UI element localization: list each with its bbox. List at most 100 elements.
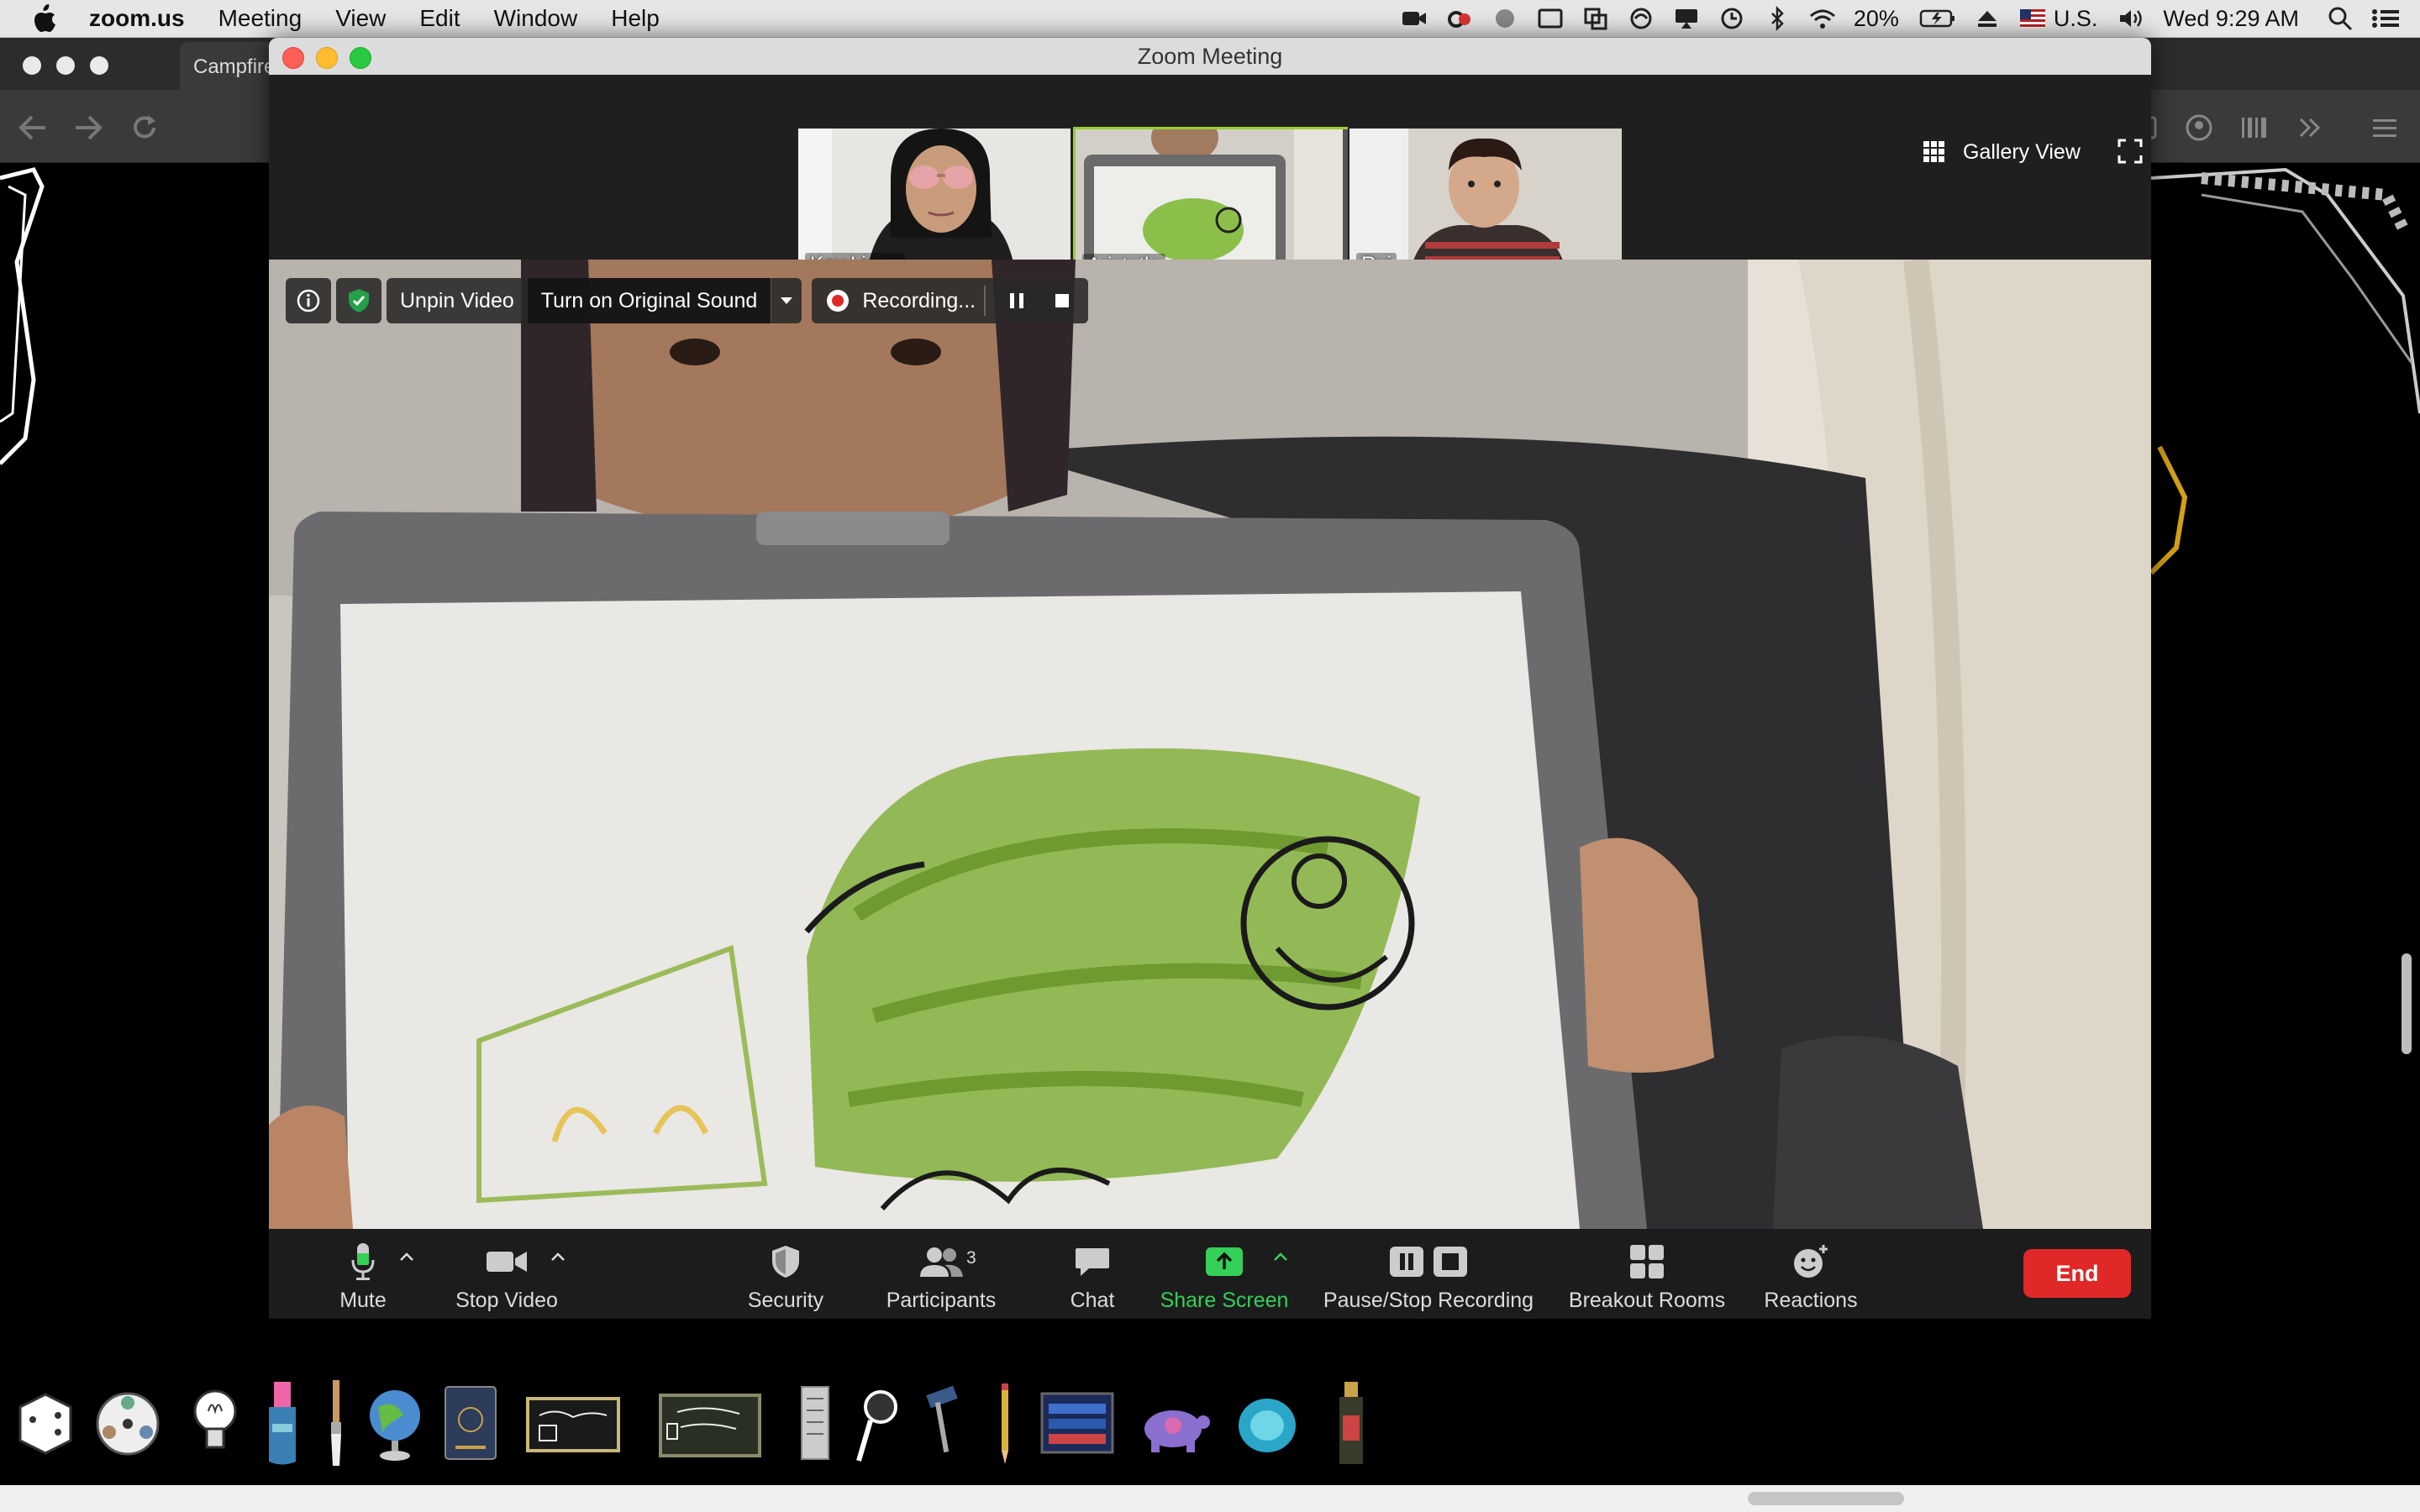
battery-percent: 20%: [1853, 5, 1899, 31]
pause-recording-icon[interactable]: [1006, 290, 1028, 312]
chat-bubble-icon: [1076, 1248, 1109, 1276]
pencil-icon[interactable]: [971, 1373, 1039, 1474]
paper-scroll-icon[interactable]: [781, 1373, 849, 1474]
menu-meeting[interactable]: Meeting: [218, 5, 302, 32]
creative-cloud-icon[interactable]: [1445, 6, 1474, 31]
zoom-titlebar: Zoom Meeting: [269, 38, 2151, 75]
video-options-chevron-up-icon[interactable]: [548, 1247, 568, 1268]
profile-icon[interactable]: [2178, 109, 2220, 146]
forward-arrow-icon[interactable]: [69, 109, 106, 146]
horizontal-scrollbar[interactable]: [0, 1485, 2420, 1512]
bottle-icon[interactable]: [1318, 1373, 1385, 1474]
background-chalk-sketch-left: [0, 167, 45, 465]
turtle-icon[interactable]: [1131, 1373, 1215, 1474]
page-scrollbar[interactable]: [2402, 953, 2412, 1054]
globe-icon[interactable]: [361, 1373, 429, 1474]
barcode-icon[interactable]: [2233, 109, 2275, 146]
share-screen-icon: [1206, 1247, 1243, 1276]
unpin-video-button[interactable]: Unpin Video: [387, 289, 528, 313]
participant-thumbnail[interactable]: Kay Liang: [797, 127, 1072, 281]
lightbulb-icon[interactable]: [182, 1373, 249, 1474]
dice-icon[interactable]: [12, 1373, 79, 1474]
pause-stop-recording-button[interactable]: Pause/Stop Recording: [1315, 1236, 1542, 1313]
browser-extension-icons: [2123, 108, 2420, 148]
menu-window[interactable]: Window: [494, 5, 578, 32]
breakout-rooms-icon: [1630, 1245, 1664, 1278]
fullscreen-icon[interactable]: [2118, 139, 2143, 164]
pause-stop-recording-icon: [1390, 1247, 1467, 1277]
background-chalk-sketch-right: [2151, 167, 2420, 575]
battery-charging-icon[interactable]: [1919, 6, 1956, 31]
window-title: Zoom Meeting: [1137, 44, 1283, 69]
copy-icon[interactable]: [1581, 6, 1610, 31]
menu-help[interactable]: Help: [611, 5, 660, 32]
gallery-view-button[interactable]: Gallery View: [1923, 135, 2081, 169]
info-icon: [297, 289, 320, 312]
participants-button[interactable]: 3 Participants: [874, 1236, 1008, 1313]
security-button[interactable]: Security: [739, 1236, 832, 1313]
passport-icon[interactable]: [437, 1373, 504, 1474]
magnifying-glass-icon[interactable]: [844, 1373, 911, 1474]
gallery-view-label: Gallery View: [1963, 139, 2081, 164]
volume-icon[interactable]: [2118, 6, 2146, 31]
meeting-info-button[interactable]: [286, 278, 331, 323]
menu-view[interactable]: View: [335, 5, 386, 32]
share-options-chevron-up-icon[interactable]: [1270, 1247, 1291, 1268]
time-machine-icon[interactable]: [1718, 6, 1746, 31]
original-sound-button[interactable]: Turn on Original Sound: [527, 278, 771, 323]
back-arrow-icon[interactable]: [15, 109, 52, 146]
chevron-double-right-icon[interactable]: [2289, 109, 2331, 146]
chalkboard-sign-icon[interactable]: [523, 1373, 623, 1474]
gemstone-icon[interactable]: [1234, 1373, 1301, 1474]
share-screen-label: Share Screen: [1160, 1289, 1289, 1312]
mute-button[interactable]: Mute: [319, 1236, 407, 1313]
participants-icon: [920, 1247, 963, 1277]
participants-label: Participants: [886, 1289, 997, 1312]
security-label: Security: [747, 1289, 824, 1312]
end-meeting-button[interactable]: End: [2023, 1249, 2131, 1298]
hammer-icon[interactable]: [911, 1373, 978, 1474]
reload-icon[interactable]: [126, 109, 163, 146]
input-source-label[interactable]: U.S.: [2054, 6, 2098, 32]
video-options-group: Unpin Video Turn on Original Sound: [387, 278, 802, 323]
menu-edit[interactable]: Edit: [419, 5, 460, 32]
screen-icon[interactable]: [1536, 6, 1565, 31]
us-flag-icon[interactable]: [2018, 6, 2047, 31]
recording-dot-icon: [827, 290, 850, 312]
eject-icon[interactable]: [1973, 6, 2002, 31]
browser-minimize-button[interactable]: [56, 56, 75, 75]
macos-menu-bar: zoom.us Meeting View Edit Window Help 20…: [0, 0, 2420, 38]
ball-icon[interactable]: [1491, 6, 1519, 31]
chalkboard-sign-2-icon[interactable]: [655, 1373, 765, 1474]
menubar-clock[interactable]: Wed 9:29 AM: [2163, 6, 2299, 32]
screen-display-icon[interactable]: [1035, 1373, 1119, 1474]
participant-thumbnail[interactable]: Rui: [1348, 127, 1623, 281]
spotlight-search-icon[interactable]: [2326, 6, 2354, 31]
apple-menu-icon[interactable]: [32, 3, 60, 34]
browser-close-button[interactable]: [23, 56, 41, 75]
camera-status-icon[interactable]: [1400, 6, 1428, 31]
wheel-icon[interactable]: [94, 1373, 161, 1474]
airplay-icon[interactable]: [1672, 6, 1701, 31]
reactions-button[interactable]: Reactions: [1748, 1236, 1874, 1313]
encryption-status-button[interactable]: [336, 278, 381, 323]
browser-zoom-button[interactable]: [90, 56, 108, 75]
wifi-icon[interactable]: [1808, 6, 1837, 31]
scrollbar-thumb[interactable]: [1748, 1492, 1904, 1505]
shield-check-icon: [349, 289, 369, 312]
menu-app-name[interactable]: zoom.us: [89, 5, 185, 32]
chat-button[interactable]: Chat: [1050, 1236, 1134, 1313]
paintbrush-icon[interactable]: [302, 1373, 370, 1474]
stop-recording-icon[interactable]: [1051, 290, 1073, 312]
audio-options-chevron-up-icon[interactable]: [397, 1247, 417, 1268]
bluetooth-icon[interactable]: [1763, 6, 1791, 31]
sync-icon[interactable]: [1627, 6, 1655, 31]
mute-label: Mute: [339, 1289, 387, 1312]
pinned-video[interactable]: Unpin Video Turn on Original Sound Recor…: [269, 260, 2151, 1229]
notification-center-icon[interactable]: [2371, 6, 2400, 31]
pause-stop-recording-label: Pause/Stop Recording: [1323, 1289, 1534, 1312]
browser-menu-icon[interactable]: [2365, 109, 2407, 146]
breakout-rooms-button[interactable]: Breakout Rooms: [1559, 1236, 1735, 1313]
zoom-meeting-window: Zoom Meeting Kay Liang: [269, 38, 2151, 1319]
original-sound-dropdown[interactable]: [771, 278, 802, 323]
